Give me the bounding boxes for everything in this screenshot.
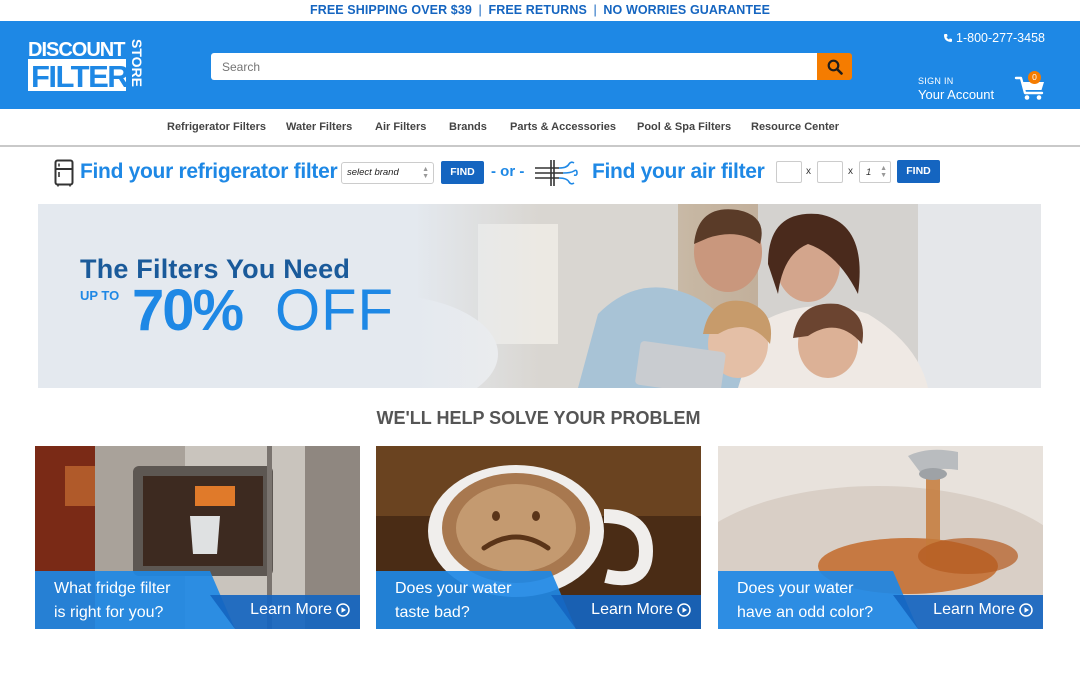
promo-returns: FREE RETURNS [488,3,587,17]
phone-icon [944,34,953,42]
card-question-line1: Does your water [395,580,512,597]
brand-select-value: select brand [347,167,399,178]
cart-count-badge: 0 [1028,71,1041,84]
learn-more-link[interactable]: Learn More [933,601,1033,619]
search-button[interactable] [817,53,852,80]
play-circle-icon [336,603,350,617]
section-title: WE'LL HELP SOLVE YOUR PROBLEM [376,408,701,428]
site-header: DISCOUNT FILTER STORE 1-800-277-3458 SIG… [0,21,1080,109]
air-height-input[interactable] [817,161,843,183]
hero-upto: UP TO [80,288,120,303]
fridge-finder-title: Find your refrigerator filter [80,160,338,183]
site-logo[interactable]: DISCOUNT FILTER STORE [28,37,148,95]
promo-guarantee: NO WORRIES GUARANTEE [603,3,771,17]
card-question: Does your water have an odd color? [737,577,873,625]
logo-word-discount: DISCOUNT [28,39,125,61]
air-depth-select[interactable]: 1 ▲ ▼ [859,161,891,183]
or-divider: - or - [491,163,525,180]
air-find-button[interactable]: FIND [897,160,940,183]
learn-more-label: Learn More [250,601,332,618]
main-nav: Refrigerator Filters Water Filters Air F… [0,109,1080,147]
play-circle-icon [1019,603,1033,617]
promo-bar: FREE SHIPPING OVER $39 | FREE RETURNS | … [0,0,1080,21]
air-depth-value: 1 [866,167,872,178]
card-question: What fridge filter is right for you? [54,577,170,625]
account-label: Your Account [918,87,995,102]
card-question-line1: Does your water [737,580,854,597]
logo-word-store: STORE [129,39,145,87]
air-filter-icon [535,160,578,186]
promo-shipping: FREE SHIPPING OVER $39 [309,3,472,17]
nav-resource-center[interactable]: Resource Center [751,121,839,133]
card-water-color[interactable]: Does your water have an odd color? Learn… [718,446,1043,629]
play-circle-icon [677,603,691,617]
brand-select[interactable]: select brand ▲ ▼ [341,162,434,184]
phone-link[interactable]: 1-800-277-3458 [943,31,1045,45]
air-width-input[interactable] [776,161,802,183]
card-question: Does your water taste bad? [395,577,512,625]
refrigerator-icon [54,159,74,187]
card-question-line2: taste bad? [395,604,470,621]
select-arrows-icon: ▲ ▼ [422,166,429,180]
dimension-x-label: x [806,166,811,177]
cart-button[interactable]: 0 [1014,71,1048,101]
logo-word-filter: FILTER [31,59,129,94]
card-question-line2: is right for you? [54,604,164,621]
nav-air-filters[interactable]: Air Filters [375,121,426,133]
hero-percent: 70% [132,278,244,343]
promo-separator: | [593,3,597,17]
promo-separator: | [478,3,482,17]
card-fridge-filter[interactable]: What fridge filter is right for you? Lea… [35,446,360,629]
search-icon [827,59,843,75]
hero-off: OFF [275,278,394,343]
card-water-taste[interactable]: Does your water taste bad? Learn More [376,446,701,629]
dimension-x-label: x [848,166,853,177]
phone-number: 1-800-277-3458 [956,31,1045,45]
learn-more-link[interactable]: Learn More [591,601,691,619]
nav-brands[interactable]: Brands [449,121,487,133]
sign-in-label: SIGN IN [918,76,954,86]
card-question-line1: What fridge filter [54,580,171,597]
nav-water-filters[interactable]: Water Filters [286,121,352,133]
learn-more-label: Learn More [591,601,673,618]
air-finder-title: Find your air filter [592,160,765,183]
search-bar [211,53,852,80]
select-arrows-icon: ▲ ▼ [880,165,887,179]
learn-more-link[interactable]: Learn More [250,601,350,619]
learn-more-label: Learn More [933,601,1015,618]
nav-parts-accessories[interactable]: Parts & Accessories [510,121,616,133]
search-input[interactable] [211,53,817,80]
nav-pool-spa-filters[interactable]: Pool & Spa Filters [637,121,731,133]
fridge-find-button[interactable]: FIND [441,161,484,184]
card-question-line2: have an odd color? [737,604,874,621]
account-link[interactable]: SIGN IN Your Account [918,76,994,102]
nav-refrigerator-filters[interactable]: Refrigerator Filters [167,121,266,133]
